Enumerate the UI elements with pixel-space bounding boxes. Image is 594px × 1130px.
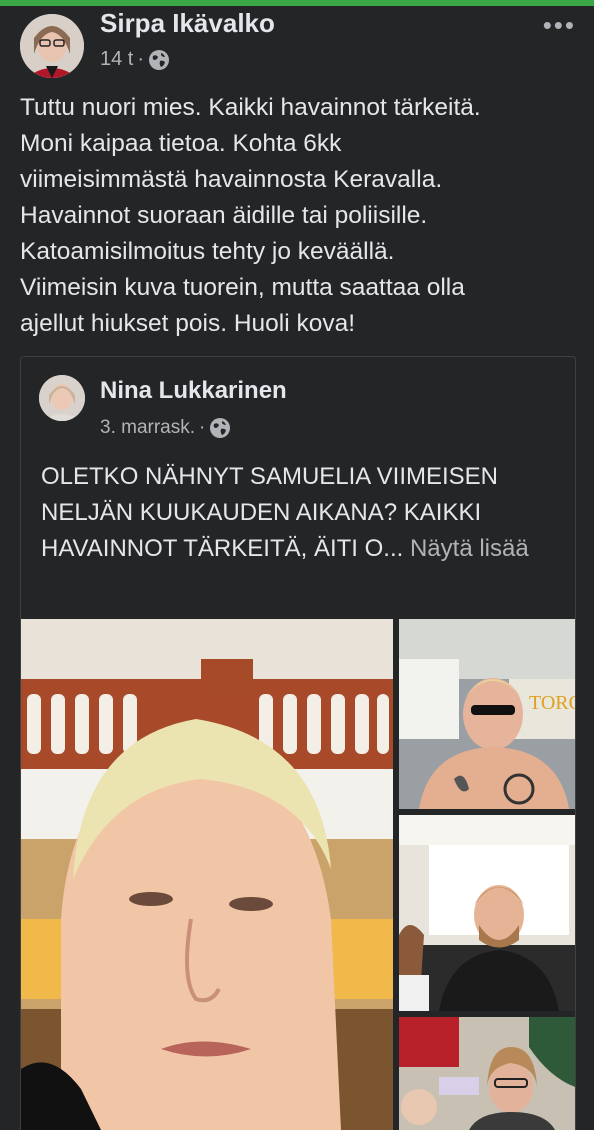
see-more-link[interactable]: Näytä lisää [410,535,529,562]
author-avatar[interactable] [20,14,84,78]
globe-icon [209,417,231,439]
shared-post[interactable]: Nina Lukkarinen 3. marrask. · OLETKO NÄH… [20,356,576,1130]
globe-icon [148,49,170,71]
shared-meta-separator: · [199,417,206,438]
shared-post-meta: 3. marrask. · [100,417,231,439]
feed-post: Sirpa Ikävalko 14 t · ••• Tuttu nuori mi… [0,6,594,1130]
svg-text:TORO: TORO [529,692,575,714]
side-photo-2[interactable] [399,815,575,1011]
post-time[interactable]: 14 t [100,48,133,71]
side-photo-1[interactable]: TORO [399,619,575,809]
shared-post-date[interactable]: 3. marrask. [100,417,195,439]
main-photo[interactable] [21,619,393,1130]
shared-author-name[interactable]: Nina Lukkarinen [100,377,287,405]
shared-post-text: OLETKO NÄHNYT SAMUELIA VIIMEISEN NELJÄN … [41,459,561,567]
more-options-icon[interactable]: ••• [543,10,576,41]
post-meta: 14 t · [100,48,170,71]
author-name[interactable]: Sirpa Ikävalko [100,8,275,39]
post-text: Tuttu nuori mies. Kaikki havainnot tärke… [20,94,481,337]
shared-author-avatar[interactable] [39,375,85,421]
meta-separator: · [137,48,145,70]
side-photo-3[interactable] [399,1017,575,1130]
